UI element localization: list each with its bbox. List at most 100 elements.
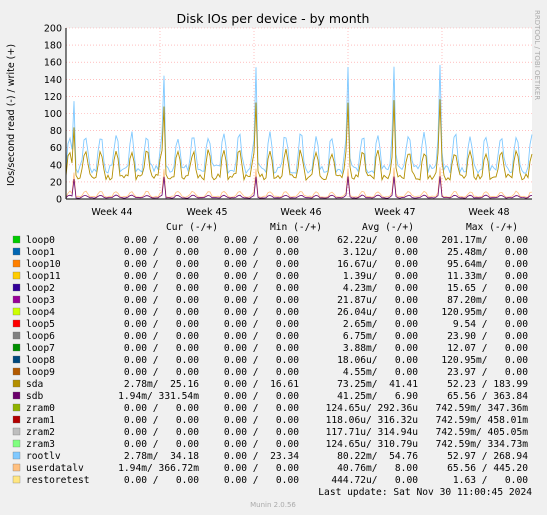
legend-min: 0.00 / 0.00 bbox=[224, 403, 299, 414]
y-tick-label: 200 bbox=[44, 24, 62, 35]
legend-min: 0.00 / 0.00 bbox=[224, 343, 299, 354]
legend-swatch bbox=[12, 331, 21, 340]
legend-cur: 0.00 / 0.00 bbox=[124, 319, 199, 330]
legend-header: Avg (-/+) bbox=[362, 222, 414, 233]
legend-min: 0.00 / 16.61 bbox=[224, 379, 299, 390]
legend-min: 0.00 / 0.00 bbox=[224, 391, 299, 402]
legend-min: 0.00 / 0.00 bbox=[224, 235, 299, 246]
legend-swatch bbox=[12, 235, 21, 244]
legend-swatch bbox=[12, 427, 21, 436]
legend-max: 742.59m/ 458.01m bbox=[436, 415, 529, 426]
legend-cur: 0.00 / 0.00 bbox=[124, 439, 199, 450]
legend-max: 120.95m/ 0.00 bbox=[441, 355, 528, 366]
legend-swatch bbox=[12, 367, 21, 376]
legend-min: 0.00 / 23.34 bbox=[224, 451, 299, 462]
legend-cur: 0.00 / 0.00 bbox=[124, 343, 199, 354]
legend-name: loop3 bbox=[26, 295, 55, 306]
legend-avg: 3.88m/ 0.00 bbox=[343, 343, 418, 354]
legend-cur: 0.00 / 0.00 bbox=[124, 367, 199, 378]
legend-max: 742.59m/ 405.05m bbox=[436, 427, 529, 438]
y-tick-label: 160 bbox=[44, 58, 62, 69]
legend-avg: 118.06u/ 316.32u bbox=[326, 415, 418, 426]
legend-swatch bbox=[12, 343, 21, 352]
legend-name: loop4 bbox=[26, 307, 55, 318]
legend-name: loop6 bbox=[26, 331, 55, 342]
legend-name: loop9 bbox=[26, 367, 55, 378]
chart-title: Disk IOs per device - by month bbox=[177, 11, 370, 26]
legend-max: 9.54 / 0.00 bbox=[453, 319, 528, 330]
legend-max: 95.64m/ 0.00 bbox=[447, 259, 528, 270]
legend-avg: 18.06u/ 0.00 bbox=[337, 355, 418, 366]
legend-swatch bbox=[12, 439, 21, 448]
legend-min: 0.00 / 0.00 bbox=[224, 331, 299, 342]
legend-avg: 124.65u/ 310.79u bbox=[326, 439, 418, 450]
x-tick-label: Week 44 bbox=[91, 207, 132, 218]
legend-name: zram3 bbox=[26, 439, 55, 450]
legend-name: loop11 bbox=[26, 271, 61, 282]
legend-avg: 41.25m/ 6.90 bbox=[337, 391, 418, 402]
x-tick-label: Week 45 bbox=[186, 207, 227, 218]
x-tick-label: Week 47 bbox=[374, 207, 415, 218]
legend-name: loop1 bbox=[26, 247, 55, 258]
legend-name: zram0 bbox=[26, 403, 55, 414]
legend-avg: 2.65m/ 0.00 bbox=[343, 319, 418, 330]
legend-min: 0.00 / 0.00 bbox=[224, 319, 299, 330]
legend-cur: 2.78m/ 34.18 bbox=[124, 451, 199, 462]
legend-swatch bbox=[12, 403, 21, 412]
legend-min: 0.00 / 0.00 bbox=[224, 295, 299, 306]
legend-name: restoretest bbox=[26, 475, 90, 486]
y-axis-label: IOs/second read (-) / write (+) bbox=[6, 44, 17, 186]
legend-max: 23.90 / 0.00 bbox=[447, 331, 528, 342]
legend-cur: 2.78m/ 25.16 bbox=[124, 379, 199, 390]
legend-name: loop8 bbox=[26, 355, 55, 366]
y-tick-labels: 0 20 40 60 80 100 120 140 160 180 200 bbox=[44, 24, 62, 206]
legend-avg: 3.12u/ 0.00 bbox=[343, 247, 418, 258]
legend-cur: 1.94m/ 366.72m bbox=[118, 463, 199, 474]
legend-min: 0.00 / 0.00 bbox=[224, 367, 299, 378]
legend-min: 0.00 / 0.00 bbox=[224, 247, 299, 258]
y-tick-label: 100 bbox=[44, 109, 62, 120]
legend-max: 742.59m/ 347.36m bbox=[436, 403, 529, 414]
legend-cur: 0.00 / 0.00 bbox=[124, 331, 199, 342]
legend-swatch bbox=[12, 271, 21, 280]
legend-min: 0.00 / 0.00 bbox=[224, 427, 299, 438]
legend-swatch bbox=[12, 391, 21, 400]
y-tick-label: 180 bbox=[44, 41, 62, 52]
legend-swatch bbox=[12, 295, 21, 304]
legend-min: 0.00 / 0.00 bbox=[224, 439, 299, 450]
legend-swatch bbox=[12, 283, 21, 292]
legend-avg: 40.76m/ 8.00 bbox=[337, 463, 418, 474]
legend-name: userdatalv bbox=[26, 463, 84, 474]
legend-max: 23.97 / 0.00 bbox=[447, 367, 528, 378]
legend-max: 52.23 / 183.99 bbox=[447, 379, 528, 390]
legend-swatch bbox=[12, 463, 21, 472]
legend-cur: 0.00 / 0.00 bbox=[124, 475, 199, 486]
legend-name: sda bbox=[26, 379, 43, 390]
y-tick-label: 60 bbox=[50, 143, 62, 154]
legend-header: Min (-/+) bbox=[270, 222, 322, 233]
legend: Cur (-/+) Min (-/+) Avg (-/+) Max (-/+) loop… bbox=[12, 222, 529, 486]
legend-swatch bbox=[12, 415, 21, 424]
legend-swatch bbox=[12, 247, 21, 256]
legend-cur: 0.00 / 0.00 bbox=[124, 271, 199, 282]
legend-swatch bbox=[12, 379, 21, 388]
legend-min: 0.00 / 0.00 bbox=[224, 283, 299, 294]
legend-avg: 21.87u/ 0.00 bbox=[337, 295, 418, 306]
legend-name: loop0 bbox=[26, 235, 55, 246]
legend-max: 12.07 / 0.00 bbox=[447, 343, 528, 354]
legend-swatch bbox=[12, 355, 21, 364]
rrdtool-credit: RRDTOOL / TOBI OETIKER bbox=[533, 10, 541, 100]
legend-cur: 0.00 / 0.00 bbox=[124, 307, 199, 318]
legend-name: loop2 bbox=[26, 283, 55, 294]
legend-avg: 124.65u/ 292.36u bbox=[326, 403, 418, 414]
y-tick-label: 0 bbox=[56, 195, 62, 206]
y-tick-label: 40 bbox=[50, 160, 62, 171]
y-tick-label: 140 bbox=[44, 75, 62, 86]
chart: Disk IOs per device - by month IOs/secon… bbox=[6, 10, 541, 509]
legend-min: 0.00 / 0.00 bbox=[224, 355, 299, 366]
x-tick-label: Week 46 bbox=[280, 207, 321, 218]
y-tick-label: 80 bbox=[50, 126, 62, 137]
legend-avg: 4.55m/ 0.00 bbox=[343, 367, 418, 378]
legend-swatch bbox=[12, 259, 21, 268]
legend-header: Cur (-/+) bbox=[166, 222, 218, 233]
